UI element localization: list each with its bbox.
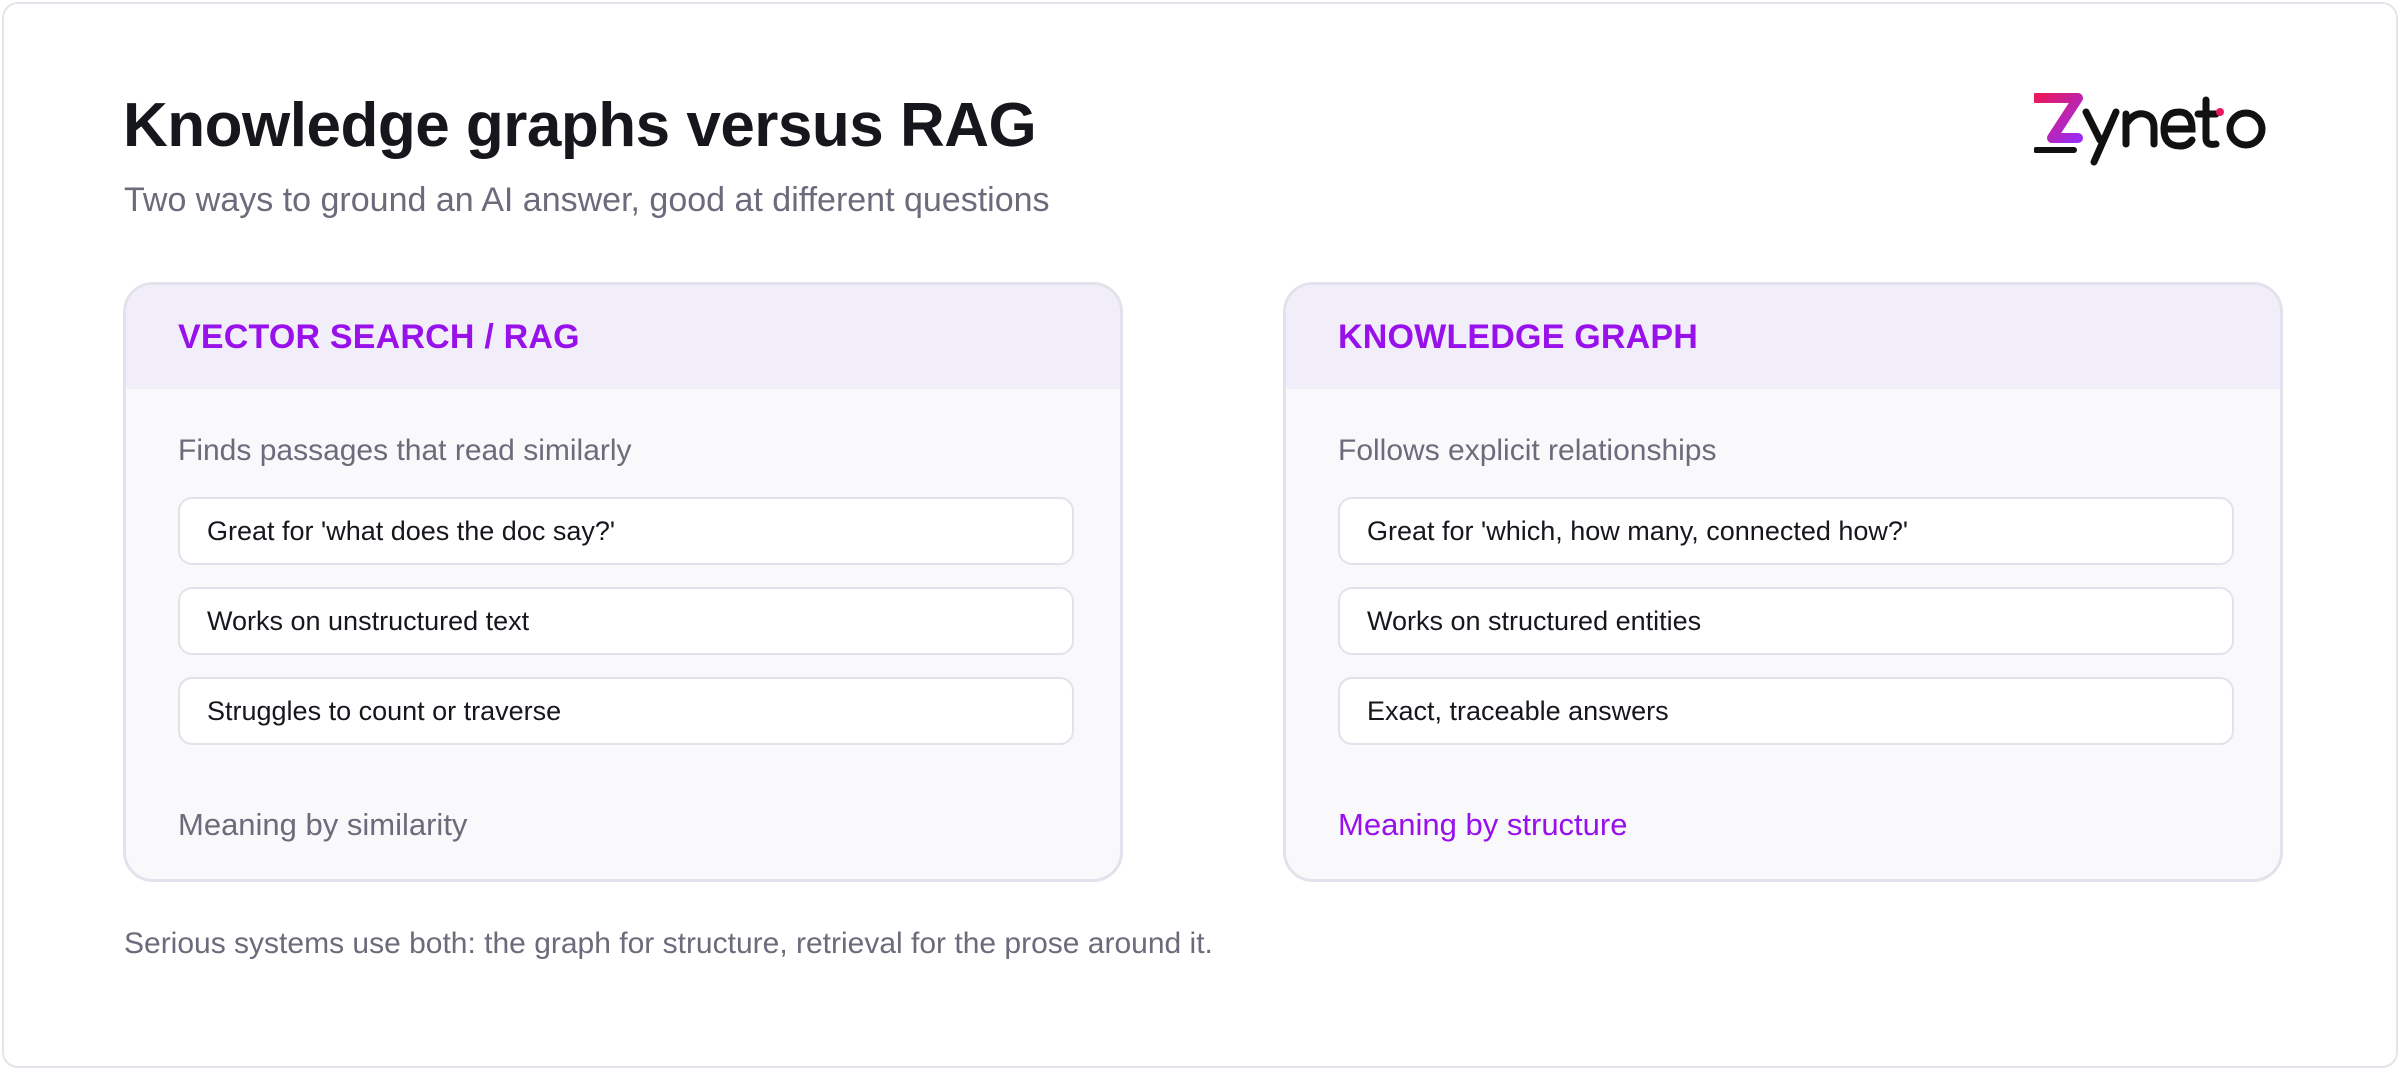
rag-card-title: VECTOR SEARCH / RAG — [178, 317, 580, 356]
kg-card-header: KNOWLEDGE GRAPH — [1286, 285, 2280, 389]
rag-card-description: Finds passages that read similarly — [178, 434, 632, 467]
knowledge-graph-card: KNOWLEDGE GRAPH Follows explicit relatio… — [1283, 282, 2283, 882]
rag-item: Struggles to count or traverse — [178, 677, 1074, 745]
rag-card-header: VECTOR SEARCH / RAG — [126, 285, 1120, 389]
zyneto-logo — [2034, 93, 2266, 166]
rag-card: VECTOR SEARCH / RAG Finds passages that … — [123, 282, 1123, 882]
kg-card-title: KNOWLEDGE GRAPH — [1338, 317, 1698, 356]
rag-item: Works on unstructured text — [178, 587, 1074, 655]
kg-item: Exact, traceable answers — [1338, 677, 2234, 745]
kg-card-description: Follows explicit relationships — [1338, 434, 1717, 467]
page-title: Knowledge graphs versus RAG — [123, 91, 1037, 160]
rag-card-footer: Meaning by similarity — [178, 807, 468, 842]
kg-item: Great for 'which, how many, connected ho… — [1338, 497, 2234, 565]
kg-card-footer: Meaning by structure — [1338, 807, 1628, 842]
rag-item: Great for 'what does the doc say?' — [178, 497, 1074, 565]
footnote: Serious systems use both: the graph for … — [124, 927, 1213, 960]
kg-item: Works on structured entities — [1338, 587, 2234, 655]
page-subtitle: Two ways to ground an AI answer, good at… — [124, 181, 1050, 219]
slide-frame: Knowledge graphs versus RAG Two ways to … — [2, 2, 2398, 1068]
